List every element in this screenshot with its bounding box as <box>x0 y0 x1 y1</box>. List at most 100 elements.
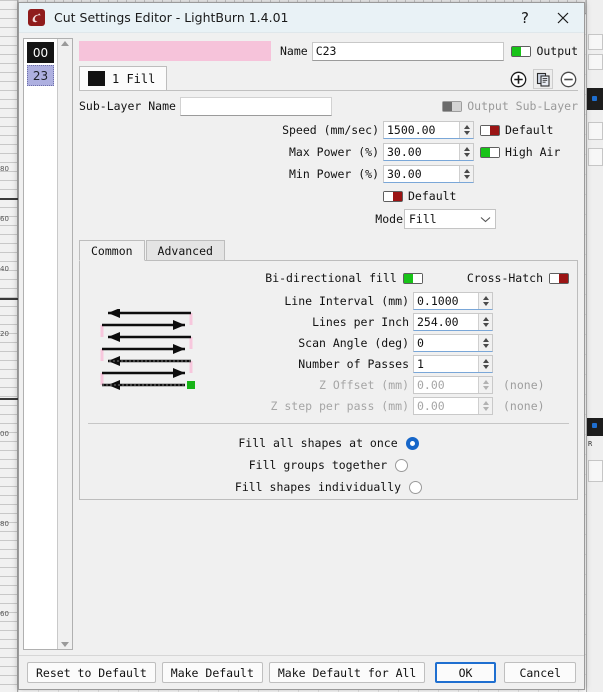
name-input[interactable]: C23 <box>311 41 505 61</box>
output-sublayer-label: Output Sub-Layer <box>467 99 578 113</box>
settings-tabs: Common Advanced <box>79 240 578 261</box>
scan-angle-value[interactable]: 0 <box>414 335 478 351</box>
max-power-row: Max Power (%) 30.00 High Air <box>79 142 578 162</box>
tab-common[interactable]: Common <box>79 240 145 261</box>
fill-preview <box>88 291 268 417</box>
speed-input[interactable]: 1500.00 <box>383 121 474 139</box>
footer-right-buttons: OK Cancel <box>434 662 576 683</box>
dialog-body: 00 23 Name C23 Output 1 Fill Sub-Layer N… <box>19 33 584 655</box>
sublayer-tab-strip: 1 Fill <box>79 66 578 91</box>
tab-advanced[interactable]: Advanced <box>145 240 225 261</box>
output-label: Output <box>536 44 578 58</box>
fill-groups-radio[interactable] <box>395 458 409 472</box>
sublayer-name-label: Sub-Layer Name <box>79 99 176 113</box>
power-default-toggle[interactable] <box>383 190 403 202</box>
lines-per-inch-row: Lines per Inch 254.00 <box>268 312 569 332</box>
plus-circle-icon <box>510 71 526 87</box>
speed-value[interactable]: 1500.00 <box>384 122 459 138</box>
speed-default-toggle-wrap[interactable]: Default <box>480 123 553 137</box>
close-button[interactable] <box>544 4 582 32</box>
speed-stepper[interactable] <box>459 122 473 138</box>
max-power-label: Max Power (%) <box>288 145 379 159</box>
min-power-input[interactable]: 30.00 <box>383 165 474 183</box>
duplicate-icon <box>536 72 550 87</box>
number-of-passes-input[interactable]: 1 <box>413 355 493 373</box>
max-power-input[interactable]: 30.00 <box>383 143 474 161</box>
make-default-button[interactable]: Make Default <box>161 662 263 683</box>
min-power-value[interactable]: 30.00 <box>384 166 459 182</box>
lines-per-inch-label: Lines per Inch <box>312 315 409 329</box>
name-label: Name <box>280 44 308 58</box>
z-step-per-pass-note: (none) <box>503 399 545 413</box>
sublayer-tab-1-fill[interactable]: 1 Fill <box>79 66 168 90</box>
bidirectional-toggle[interactable] <box>402 272 423 284</box>
sublayer-name-input[interactable] <box>179 96 332 116</box>
cancel-button[interactable]: Cancel <box>504 662 576 683</box>
remove-sublayer-button[interactable] <box>558 69 578 89</box>
cut-settings-editor-dialog: Cut Settings Editor - LightBurn 1.4.01 ?… <box>18 2 585 690</box>
ruler-tick-label: 60 <box>0 215 9 223</box>
ruler-vertical: 80 60 40 20 00 80 60 <box>0 0 18 692</box>
output-sublayer-wrap: Output Sub-Layer <box>442 99 578 113</box>
max-power-stepper[interactable] <box>459 144 473 160</box>
dialog-footer: Reset to Default Make Default Make Defau… <box>19 655 584 689</box>
duplicate-sublayer-button[interactable] <box>533 69 553 89</box>
high-air-toggle[interactable] <box>480 146 500 158</box>
lines-per-inch-input[interactable]: 254.00 <box>413 313 493 331</box>
power-default-toggle-wrap[interactable]: Default <box>383 189 456 203</box>
z-step-per-pass-input: 0.00 <box>413 397 493 415</box>
layer-item-00[interactable]: 00 <box>27 42 54 63</box>
sublayer-color-chip <box>88 71 105 86</box>
number-of-passes-stepper[interactable] <box>478 356 492 372</box>
scan-angle-stepper[interactable] <box>478 335 492 351</box>
power-default-row: Default <box>79 186 578 206</box>
layer-list-panel: 00 23 <box>23 38 73 650</box>
scan-angle-input[interactable]: 0 <box>413 334 493 352</box>
make-default-for-all-button[interactable]: Make Default for All <box>268 662 426 683</box>
fill-all-shapes-radio[interactable] <box>405 436 419 450</box>
layer-list[interactable]: 00 23 <box>24 39 57 649</box>
reset-to-default-button[interactable]: Reset to Default <box>27 662 156 683</box>
scroll-down-icon[interactable] <box>61 642 69 647</box>
window-title: Cut Settings Editor - LightBurn 1.4.01 <box>54 10 289 25</box>
lines-per-inch-stepper[interactable] <box>478 314 492 330</box>
z-offset-row: Z Offset (mm) 0.00 (none) <box>268 375 569 395</box>
divider <box>88 423 569 424</box>
ok-button[interactable]: OK <box>434 662 497 683</box>
layer-item-23[interactable]: 23 <box>27 65 54 86</box>
fill-fields: Line Interval (mm) 0.1000 Lines per Inch… <box>268 291 569 417</box>
z-offset-label: Z Offset (mm) <box>318 378 409 392</box>
speed-default-toggle[interactable] <box>480 124 500 136</box>
fill-mode-option-1[interactable]: Fill groups together <box>88 454 569 476</box>
number-of-passes-value[interactable]: 1 <box>414 356 478 372</box>
lines-per-inch-value[interactable]: 254.00 <box>414 314 478 330</box>
output-toggle[interactable] <box>511 45 532 57</box>
ruler-tick-label: 80 <box>0 165 9 173</box>
sublayer-name-row: Sub-Layer Name Output Sub-Layer <box>79 94 578 118</box>
crosshatch-toggle[interactable] <box>549 272 569 284</box>
fill-mode-option-0[interactable]: Fill all shapes at once <box>88 432 569 454</box>
layer-header-row: Name C23 Output <box>79 40 578 62</box>
fill-individually-radio[interactable] <box>409 480 423 494</box>
high-air-toggle-wrap[interactable]: High Air <box>480 145 560 159</box>
number-of-passes-row: Number of Passes 1 <box>268 354 569 374</box>
output-toggle-wrap[interactable]: Output <box>511 44 578 58</box>
layer-color-swatch[interactable] <box>79 41 271 61</box>
help-button[interactable]: ? <box>506 4 544 32</box>
lightburn-logo-icon <box>28 9 45 26</box>
min-power-label: Min Power (%) <box>288 167 379 181</box>
ruler-tick-label: 00 <box>0 430 9 438</box>
add-sublayer-button[interactable] <box>508 69 528 89</box>
scroll-up-icon[interactable] <box>61 41 69 46</box>
line-interval-value[interactable]: 0.1000 <box>414 293 478 309</box>
min-power-stepper[interactable] <box>459 166 473 182</box>
max-power-value[interactable]: 30.00 <box>384 144 459 160</box>
fill-mode-option-2[interactable]: Fill shapes individually <box>88 476 569 498</box>
mode-select[interactable]: Fill <box>404 209 496 229</box>
layer-list-scrollbar[interactable] <box>57 39 72 649</box>
line-interval-input[interactable]: 0.1000 <box>413 292 493 310</box>
line-interval-stepper[interactable] <box>478 293 492 309</box>
z-step-per-pass-label: Z step per pass (mm) <box>270 399 409 413</box>
mode-label: Mode <box>375 212 403 226</box>
z-offset-input: 0.00 <box>413 376 493 394</box>
